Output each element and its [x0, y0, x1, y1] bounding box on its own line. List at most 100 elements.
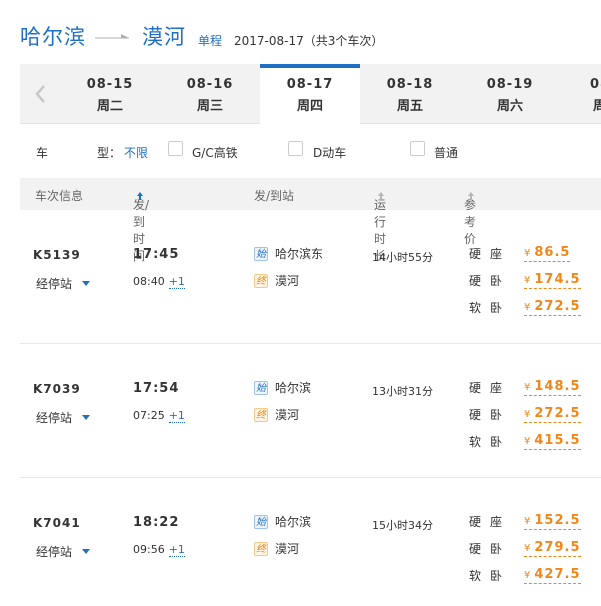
route-header: 哈尔滨 漠河	[20, 20, 186, 52]
seat-type: 软卧	[469, 569, 512, 583]
seat-price[interactable]: ¥272.5	[524, 299, 581, 316]
from-city[interactable]: 哈尔滨	[20, 21, 86, 51]
departure-station-name: 哈尔滨	[275, 381, 312, 395]
arrival-time: 07:25	[133, 409, 165, 422]
train-number[interactable]: K5139	[33, 248, 81, 262]
next-day-indicator[interactable]: +1	[168, 409, 185, 423]
col-duration-sort[interactable]: 运行时长	[374, 187, 386, 263]
seat-price[interactable]: ¥427.5	[524, 567, 581, 584]
arrival-station-name: 漠河	[275, 542, 300, 556]
date-tab-weekday: 周四	[296, 99, 323, 114]
date-tab-0819[interactable]: 08-19 周六	[460, 64, 560, 124]
caret-down-icon	[82, 281, 91, 286]
price-value: 415.5	[534, 433, 581, 448]
col-time-sort[interactable]: 发/到时间	[133, 187, 149, 263]
departure-station: 始哈尔滨东	[254, 245, 323, 262]
departure-station: 始哈尔滨	[254, 513, 311, 530]
train-type-filter: 车 型： 不限 G/C高铁 D动车 普通	[20, 124, 601, 178]
arrival-station: 终漠河	[254, 406, 299, 423]
departure-station-name: 哈尔滨东	[275, 247, 324, 261]
price-value: 272.5	[534, 299, 581, 314]
seat-type: 硬卧	[469, 274, 512, 288]
date-tab-0820-partial[interactable]: 08 周	[560, 64, 601, 124]
seat-price[interactable]: ¥148.5	[524, 379, 581, 396]
start-badge-icon: 始	[254, 246, 268, 261]
date-tabs: 08-15 周二 08-16 周三 08-17 周四 08-18 周五 08-1…	[20, 64, 601, 125]
yen-symbol: ¥	[524, 302, 532, 313]
stops-label: 经停站	[36, 277, 73, 291]
trip-type-link[interactable]: 单程	[198, 32, 222, 49]
departure-station: 始哈尔滨	[254, 379, 311, 396]
stops-dropdown[interactable]: 经停站	[36, 275, 91, 292]
col-price-sort[interactable]: 参考价	[464, 187, 476, 246]
seat-price[interactable]: ¥415.5	[524, 433, 581, 450]
col-train: 车次信息	[35, 189, 84, 203]
date-tab-0815[interactable]: 08-15 周二	[60, 64, 160, 124]
date-tab-weekday: 周二	[96, 99, 123, 114]
date-tab-0816[interactable]: 08-16 周三	[160, 64, 260, 124]
sort-icon	[468, 192, 474, 200]
yen-symbol: ¥	[524, 543, 532, 554]
seat-type: 软卧	[469, 435, 512, 449]
date-tab-date: 08-16	[186, 77, 234, 92]
price-value: 174.5	[534, 272, 581, 287]
date-tab-date: 08-15	[86, 77, 134, 92]
seat-price[interactable]: ¥272.5	[524, 406, 581, 423]
date-tab-weekday: 周六	[496, 99, 523, 114]
d-checkbox[interactable]	[288, 141, 303, 156]
date-tab-date: 08-19	[486, 77, 534, 92]
seat-type: 硬卧	[469, 542, 512, 556]
caret-down-icon	[82, 415, 91, 420]
trip-meta: 单程 2017-08-17（共3个车次）	[198, 32, 383, 49]
date-tab-0817-active[interactable]: 08-17 周四	[260, 64, 360, 125]
yen-symbol: ¥	[524, 275, 532, 286]
date-summary: 2017-08-17（共3个车次）	[234, 34, 384, 48]
start-badge-icon: 始	[254, 380, 268, 395]
prev-dates-button[interactable]	[20, 64, 60, 124]
date-tab-weekday: 周五	[396, 99, 423, 114]
date-tab-weekday: 周	[593, 99, 601, 114]
next-day-indicator[interactable]: +1	[168, 543, 185, 557]
next-day-indicator[interactable]: +1	[168, 275, 185, 289]
train-number[interactable]: K7041	[33, 516, 81, 530]
departure-time: 18:22	[133, 515, 180, 530]
price-value: 427.5	[534, 567, 581, 582]
seat-price[interactable]: ¥86.5	[524, 245, 571, 262]
filter-option-all[interactable]: 不限	[124, 144, 148, 161]
seat-price[interactable]: ¥152.5	[524, 513, 581, 530]
departure-time: 17:45	[133, 247, 180, 262]
d-checkbox-label[interactable]: D动车	[313, 144, 346, 161]
seat-type: 硬座	[469, 515, 512, 529]
departure-station-name: 哈尔滨	[275, 515, 312, 529]
duration: 14小时55分	[372, 251, 433, 264]
seat-price[interactable]: ¥279.5	[524, 540, 581, 557]
seat-price[interactable]: ¥174.5	[524, 272, 581, 289]
yen-symbol: ¥	[524, 436, 532, 447]
yen-symbol: ¥	[524, 570, 532, 581]
normal-checkbox[interactable]	[410, 141, 425, 156]
arrival-station-name: 漠河	[275, 408, 300, 422]
arrival-time-wrap: 08:40 +1	[133, 275, 185, 289]
start-badge-icon: 始	[254, 514, 268, 529]
end-badge-icon: 终	[254, 273, 268, 288]
train-number[interactable]: K7039	[33, 382, 81, 396]
date-tab-date: 08-17	[286, 77, 334, 92]
gc-checkbox-label[interactable]: G/C高铁	[192, 144, 238, 161]
stops-dropdown[interactable]: 经停站	[36, 543, 91, 560]
stops-dropdown[interactable]: 经停站	[36, 409, 91, 426]
date-tab-0818[interactable]: 08-18 周五	[360, 64, 460, 124]
caret-down-icon	[82, 549, 91, 554]
price-value: 279.5	[534, 540, 581, 555]
departure-time: 17:54	[133, 381, 180, 396]
date-tab-weekday: 周三	[196, 99, 223, 114]
train-row: K7039 经停站 17:54 07:25 +1 始哈尔滨 终漠河 13小时31分…	[20, 344, 601, 478]
col-station: 发/到站	[254, 189, 295, 203]
seat-type: 硬卧	[469, 408, 512, 422]
arrival-station: 终漠河	[254, 540, 299, 557]
to-city[interactable]: 漠河	[142, 21, 186, 51]
date-tab-date: 08-18	[386, 77, 434, 92]
seat-type: 软卧	[469, 301, 512, 315]
price-value: 152.5	[534, 513, 581, 528]
gc-checkbox[interactable]	[168, 141, 183, 156]
normal-checkbox-label[interactable]: 普通	[434, 144, 458, 161]
